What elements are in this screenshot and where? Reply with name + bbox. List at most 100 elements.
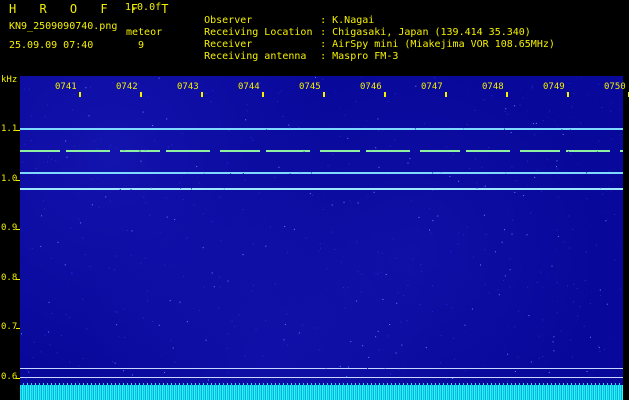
noise-pixel — [253, 284, 254, 286]
noise-pixel — [251, 229, 253, 231]
noise-pixel — [596, 151, 598, 153]
noise-pixel — [356, 300, 358, 302]
noise-pixel — [537, 169, 539, 171]
noise-pixel — [343, 201, 345, 203]
spectrogram-area — [20, 76, 623, 400]
y-tick-label: 0.6 — [1, 371, 18, 382]
noise-pixel — [606, 191, 608, 193]
noise-pixel — [167, 146, 169, 148]
noise-pixel — [339, 365, 341, 367]
noise-pixel — [32, 357, 34, 359]
noise-pixel — [263, 216, 265, 218]
noise-pixel — [432, 163, 434, 165]
noise-pixel — [428, 207, 430, 209]
noise-pixel — [335, 235, 337, 237]
x-tick — [384, 92, 386, 97]
noise-pixel — [449, 175, 451, 177]
noise-pixel — [620, 242, 622, 244]
noise-pixel — [220, 123, 222, 124]
noise-pixel — [310, 145, 311, 147]
noise-pixel — [520, 195, 522, 197]
noise-pixel — [156, 268, 158, 270]
noise-pixel — [113, 122, 115, 124]
noise-pixel — [554, 275, 556, 276]
noise-pixel — [30, 140, 32, 142]
noise-pixel — [357, 124, 359, 126]
noise-pixel — [511, 105, 513, 107]
noise-pixel — [476, 182, 478, 184]
noise-pixel — [50, 158, 52, 160]
noise-pixel — [236, 210, 238, 212]
noise-pixel — [205, 93, 207, 94]
noise-pixel — [318, 349, 320, 351]
noise-pixel — [165, 197, 167, 199]
noise-pixel — [252, 243, 254, 245]
noise-pixel — [335, 294, 337, 296]
noise-pixel — [140, 160, 142, 162]
noise-pixel — [124, 202, 126, 204]
noise-pixel — [70, 255, 72, 257]
noise-pixel — [360, 280, 362, 282]
noise-pixel — [431, 233, 433, 235]
noise-pixel — [160, 355, 162, 357]
noise-pixel — [70, 105, 72, 107]
noise-pixel — [51, 257, 53, 259]
noise-pixel — [484, 185, 486, 187]
noise-pixel — [218, 130, 220, 132]
noise-pixel — [514, 152, 516, 154]
noise-pixel — [116, 255, 118, 257]
noise-pixel — [357, 119, 359, 121]
noise-pixel — [330, 227, 332, 228]
noise-pixel — [512, 219, 513, 221]
noise-pixel — [217, 330, 219, 332]
noise-pixel — [532, 363, 534, 365]
noise-pixel — [244, 355, 246, 357]
noise-pixel — [403, 295, 404, 297]
noise-pixel — [126, 230, 128, 231]
noise-pixel — [556, 168, 558, 170]
noise-pixel — [474, 109, 476, 111]
noise-pixel — [514, 326, 516, 328]
noise-pixel — [211, 220, 213, 222]
x-tick — [79, 92, 81, 97]
noise-pixel — [464, 324, 466, 326]
noise-pixel — [364, 125, 366, 127]
y-tick-label: 1.0 — [1, 173, 18, 184]
noise-pixel — [69, 361, 71, 363]
noise-pixel — [140, 263, 142, 265]
noise-pixel — [568, 247, 570, 249]
noise-pixel — [393, 113, 395, 114]
noise-pixel — [232, 297, 234, 299]
noise-pixel — [35, 168, 37, 169]
noise-pixel — [359, 217, 361, 219]
noise-pixel — [558, 115, 560, 117]
noise-pixel — [612, 325, 614, 327]
noise-pixel — [549, 119, 551, 121]
noise-pixel — [440, 205, 442, 207]
noise-pixel — [282, 265, 284, 266]
noise-pixel — [166, 118, 168, 120]
noise-pixel — [514, 116, 516, 118]
noise-band — [20, 385, 623, 400]
noise-pixel — [139, 150, 141, 152]
noise-pixel — [323, 243, 325, 245]
noise-pixel — [259, 82, 261, 84]
x-tick — [506, 92, 508, 97]
noise-pixel — [398, 318, 400, 320]
noise-pixel — [409, 158, 411, 160]
noise-pixel — [542, 319, 544, 321]
noise-pixel — [158, 324, 160, 326]
noise-pixel — [213, 165, 215, 167]
noise-pixel — [575, 76, 577, 78]
noise-pixel — [504, 275, 506, 277]
noise-pixel — [407, 207, 409, 209]
noise-pixel — [22, 161, 23, 163]
noise-pixel — [375, 336, 377, 338]
noise-pixel — [505, 172, 507, 174]
noise-pixel — [174, 219, 176, 221]
noise-pixel — [393, 96, 395, 98]
noise-pixel — [93, 138, 95, 140]
noise-pixel — [89, 266, 91, 267]
noise-pixel — [194, 212, 196, 213]
noise-pixel — [268, 228, 270, 230]
